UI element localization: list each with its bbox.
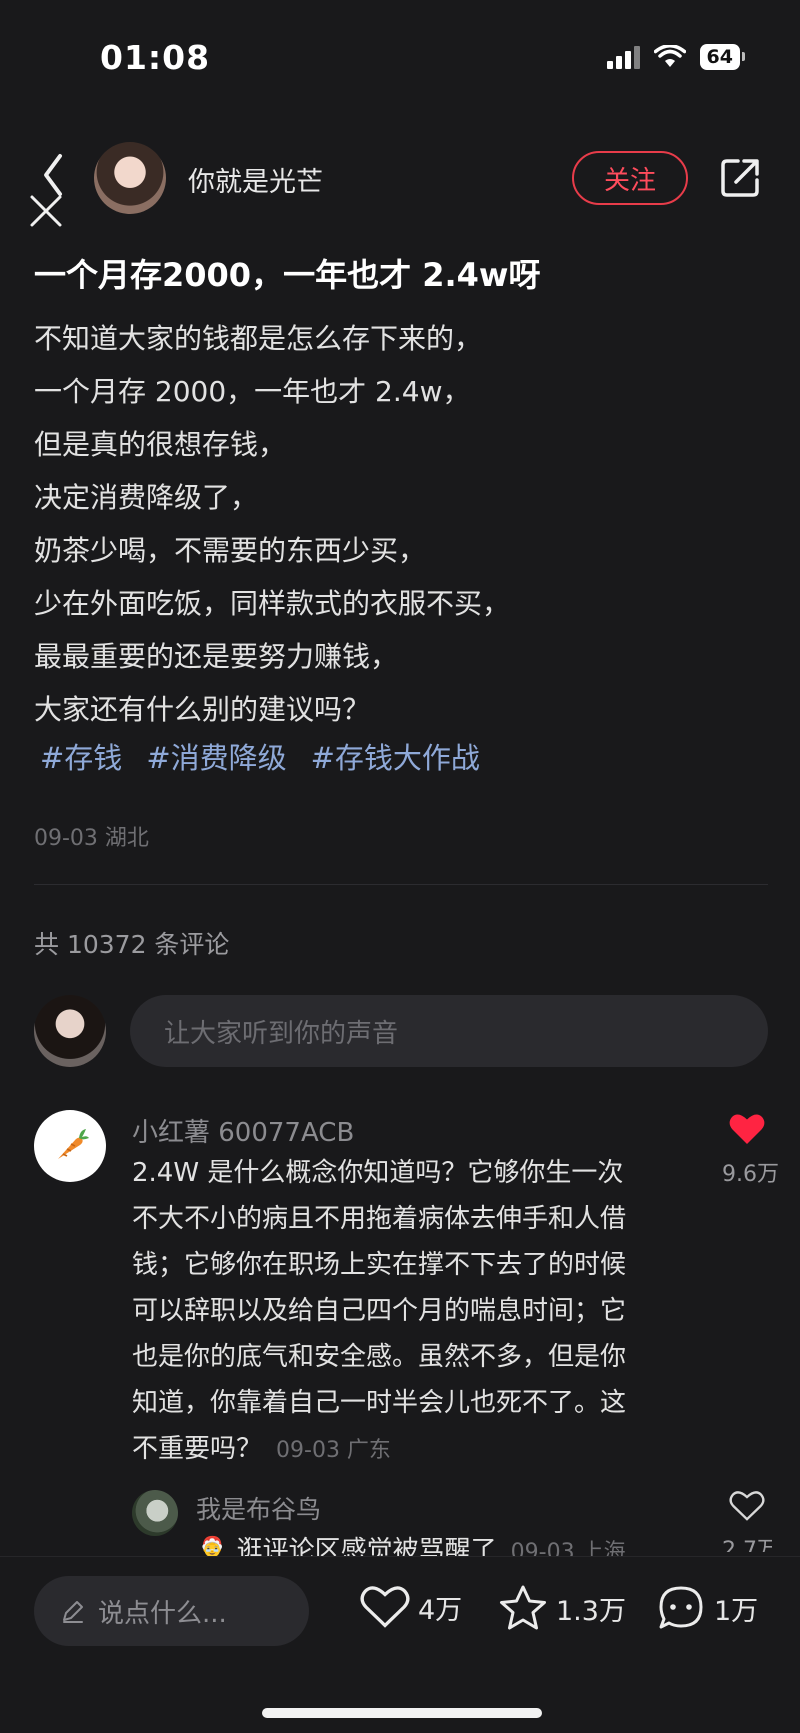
post-body-line: 一个月存 2000，一年也才 2.4w， [34,375,471,408]
bottom-comment-input[interactable]: 说点什么... [34,1576,309,1646]
comment-count: 共 10372 条评论 [34,930,230,959]
heart-outline-icon [729,1491,765,1521]
post-body-line: 不知道大家的钱都是怎么存下来的， [34,322,483,355]
status-time: 01:08 [100,38,211,77]
reply-content: 🤶 逛评论区感觉被骂醒了 [196,1536,497,1558]
comment-line: 钱；它够你在职场上实在撑不下去了的时候 [132,1250,627,1280]
carrot-icon [58,1129,89,1159]
reply-avatar[interactable] [132,1490,178,1536]
comment-line: 也是你的底气和安全感。虽然不多，但是你 [132,1342,627,1372]
tag-link[interactable]: #存钱大作战 [311,735,480,777]
post-body-line: 奶茶少喝，不需要的东西少买， [34,534,427,567]
favorite-count: 1.3万 [556,1595,626,1627]
my-avatar [34,995,106,1067]
follow-button[interactable]: 关注 [572,151,688,205]
post-body-line: 少在外面吃饭，同样款式的衣服不买， [34,587,511,620]
tag-list: #存钱 #消费降级 #存钱大作战 [40,735,480,777]
post-body-line: 最最重要的还是要努力赚钱， [34,640,399,673]
home-indicator[interactable] [262,1708,542,1718]
comment-bubble-icon [659,1586,703,1629]
reply-like-count: 2.7万 [722,1538,772,1552]
comment-count-bottom: 1万 [714,1595,759,1627]
post-body: 不知道大家的钱都是怎么存下来的， 一个月存 2000，一年也才 2.4w， 但是… [34,312,774,736]
post-title: 一个月存2000，一年也才 2.4w呀 [34,256,541,294]
reply-author-name[interactable]: 我是布谷鸟 [196,1490,321,1526]
share-icon[interactable] [718,156,762,200]
post-body-line: 但是真的很想存钱， [34,428,287,461]
comment-text[interactable]: 2.4W 是什么概念你知道吗？它够你生一次 不大不小的病且不用拖着病体去伸手和人… [132,1150,692,1474]
commenter-name[interactable]: 小红薯 60077ACB [132,1112,354,1149]
battery-indicator: 64 [699,44,746,70]
heart-filled-icon [729,1114,765,1144]
like-count: 4万 [418,1594,463,1626]
comment-line: 知道，你靠着自己一时半会儿也死不了。这 [132,1388,627,1418]
star-outline-icon [500,1585,546,1630]
tag-link[interactable]: #存钱 [40,735,122,777]
status-icons: 64 [606,44,746,70]
comment-line: 不重要吗？ [132,1434,263,1464]
bottom-input-placeholder: 说点什么... [98,1598,227,1629]
pencil-icon [63,1601,83,1623]
divider [34,884,768,885]
signal-icon [606,45,640,69]
reply-text[interactable]: 🤶 逛评论区感觉被骂醒了 09-03 上海 [196,1530,696,1558]
author-avatar[interactable] [94,142,166,214]
comment-line: 不大不小的病且不用拖着病体去伸手和人借 [132,1204,627,1234]
comment-button[interactable]: 1万 [656,1584,758,1632]
comment-date-location: 09-03 广东 [276,1438,391,1463]
comment-line: 可以辞职以及给自己四个月的喘息时间；它 [132,1296,627,1326]
wifi-icon [653,45,686,67]
favorite-button[interactable]: 1.3万 [498,1584,626,1632]
comment-line: 2.4W 是什么概念你知道吗？它够你生一次 [132,1158,624,1188]
like-button[interactable]: 4万 [360,1584,462,1630]
post-body-line: 大家还有什么别的建议吗？ [34,693,371,726]
author-name[interactable]: 你就是光芒 [188,160,323,199]
post-body-line: 决定消费降级了， [34,481,259,514]
comment-input[interactable]: 让大家听到你的声音 [130,995,768,1067]
reply-like-button[interactable]: 2.7万 [722,1490,772,1552]
comment-like-count: 9.6万 [722,1162,779,1187]
heart-outline-icon [360,1586,410,1628]
commenter-avatar[interactable] [34,1110,106,1182]
post-date-location: 09-03 湖北 [34,826,149,851]
tag-link[interactable]: #消费降级 [146,735,286,777]
comment-like-button[interactable]: 9.6万 [722,1112,779,1188]
close-icon[interactable] [28,193,64,229]
